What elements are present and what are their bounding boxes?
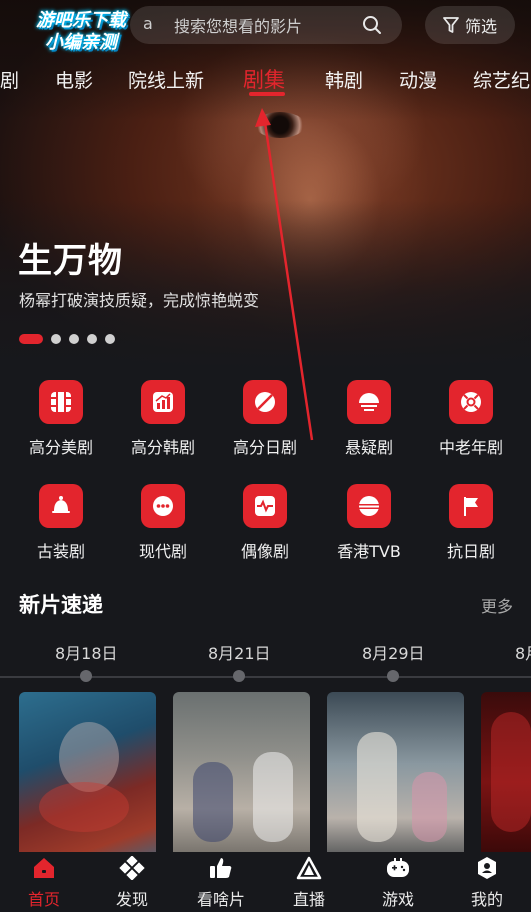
pulse-icon <box>243 484 287 528</box>
watermark-logo: 游吧乐下载 小编亲测 <box>36 10 126 53</box>
bell-icon <box>39 484 83 528</box>
release-date[interactable]: 8月21日 <box>208 640 271 664</box>
timeline-dot <box>80 670 92 682</box>
nav-home[interactable]: 首页 <box>0 856 88 910</box>
carousel-dot[interactable] <box>105 334 115 344</box>
search-icon[interactable] <box>362 15 382 35</box>
carousel-dot[interactable] <box>51 334 61 344</box>
filter-icon <box>443 17 459 33</box>
poster-card[interactable] <box>481 692 531 852</box>
poster-figure <box>412 772 447 842</box>
poster-card[interactable] <box>19 692 156 852</box>
poster-figure <box>357 732 397 842</box>
genre-grid-row-1: 高分美剧 高分韩剧 高分日剧 悬疑剧 中老年剧 <box>0 380 531 470</box>
genre-costume[interactable]: 古装剧 <box>10 484 112 562</box>
tab-variety[interactable]: 综艺纪 <box>473 66 530 93</box>
striped-ball-icon <box>347 484 391 528</box>
carousel-dots <box>19 334 115 344</box>
nav-games[interactable]: 游戏 <box>354 856 442 910</box>
tab-cinema-new[interactable]: 院线上新 <box>128 66 204 93</box>
filter-label: 筛选 <box>464 17 497 36</box>
carousel-dot-active[interactable] <box>19 334 43 344</box>
carousel-dot[interactable] <box>69 334 79 344</box>
nav-live[interactable]: 直播 <box>265 856 353 910</box>
search-placeholder: 搜索您想看的影片 <box>174 17 303 36</box>
tab-series[interactable]: 剧集 <box>243 64 285 94</box>
release-date[interactable]: 8月18日 <box>55 640 118 664</box>
dots-icon <box>141 484 185 528</box>
genre-modern[interactable]: 现代剧 <box>112 484 214 562</box>
sunset-icon <box>347 380 391 424</box>
poster-figure <box>253 752 293 842</box>
genre-japanese-drama[interactable]: 高分日剧 <box>214 380 316 458</box>
tab-anime[interactable]: 动漫 <box>399 66 437 93</box>
poster-figure <box>193 762 233 842</box>
poster-card[interactable] <box>173 692 310 852</box>
nav-profile[interactable]: 我的 <box>443 856 531 910</box>
hero-image-eye <box>255 112 305 138</box>
poster-card[interactable] <box>327 692 464 852</box>
genre-us-drama[interactable]: 高分美剧 <box>10 380 112 458</box>
poster-row <box>0 692 531 852</box>
flag-icon <box>449 484 493 528</box>
thumbs-up-icon <box>208 856 234 880</box>
lifebuoy-icon <box>449 380 493 424</box>
more-link[interactable]: 更多 <box>481 593 513 617</box>
hero-title[interactable]: 生万物 <box>18 233 123 282</box>
gamepad-icon <box>385 856 411 880</box>
timeline-dot <box>387 670 399 682</box>
timeline-dot <box>233 670 245 682</box>
release-date[interactable]: 8月 <box>515 640 531 664</box>
poster-figure <box>39 782 129 832</box>
discover-icon <box>119 856 145 880</box>
hero-gradient <box>0 200 531 370</box>
search-bar[interactable]: 搜索您想看的影片 <box>130 6 402 44</box>
tab-partial[interactable]: 剧 <box>0 66 19 93</box>
filter-button[interactable]: 筛选 <box>425 6 515 44</box>
genre-grid-row-2: 古装剧 现代剧 偶像剧 香港TVB 抗日剧 <box>0 484 531 574</box>
tab-active-indicator <box>249 92 285 96</box>
nav-what-to-watch[interactable]: 看啥片 <box>177 856 265 910</box>
live-icon <box>296 856 322 880</box>
hero-subtitle: 杨幂打破演技质疑，完成惊艳蜕变 <box>19 291 260 310</box>
tab-movie[interactable]: 电影 <box>55 66 93 93</box>
release-date[interactable]: 8月29日 <box>362 640 425 664</box>
home-icon <box>31 856 57 880</box>
profile-icon <box>474 856 500 880</box>
tab-korean[interactable]: 韩剧 <box>325 66 363 93</box>
genre-suspense[interactable]: 悬疑剧 <box>318 380 420 458</box>
genre-idol[interactable]: 偶像剧 <box>214 484 316 562</box>
genre-tvb[interactable]: 香港TVB <box>318 484 420 562</box>
disc-slash-icon <box>243 380 287 424</box>
nav-discover[interactable]: 发现 <box>88 856 176 910</box>
section-title-new-releases: 新片速递 <box>19 593 103 617</box>
genre-korean-drama[interactable]: 高分韩剧 <box>112 380 214 458</box>
chart-icon <box>141 380 185 424</box>
poster-figure <box>491 712 531 832</box>
genre-senior[interactable]: 中老年剧 <box>420 380 522 458</box>
bottom-nav: 首页 发现 看啥片 直播 游戏 我的 <box>0 852 531 912</box>
carousel-dot[interactable] <box>87 334 97 344</box>
film-icon <box>39 380 83 424</box>
hero-banner[interactable] <box>0 0 531 370</box>
genre-anti-japanese[interactable]: 抗日剧 <box>420 484 522 562</box>
top-bar: 搜索您想看的影片 a 游吧乐下载 小编亲测 筛选 <box>0 0 531 53</box>
